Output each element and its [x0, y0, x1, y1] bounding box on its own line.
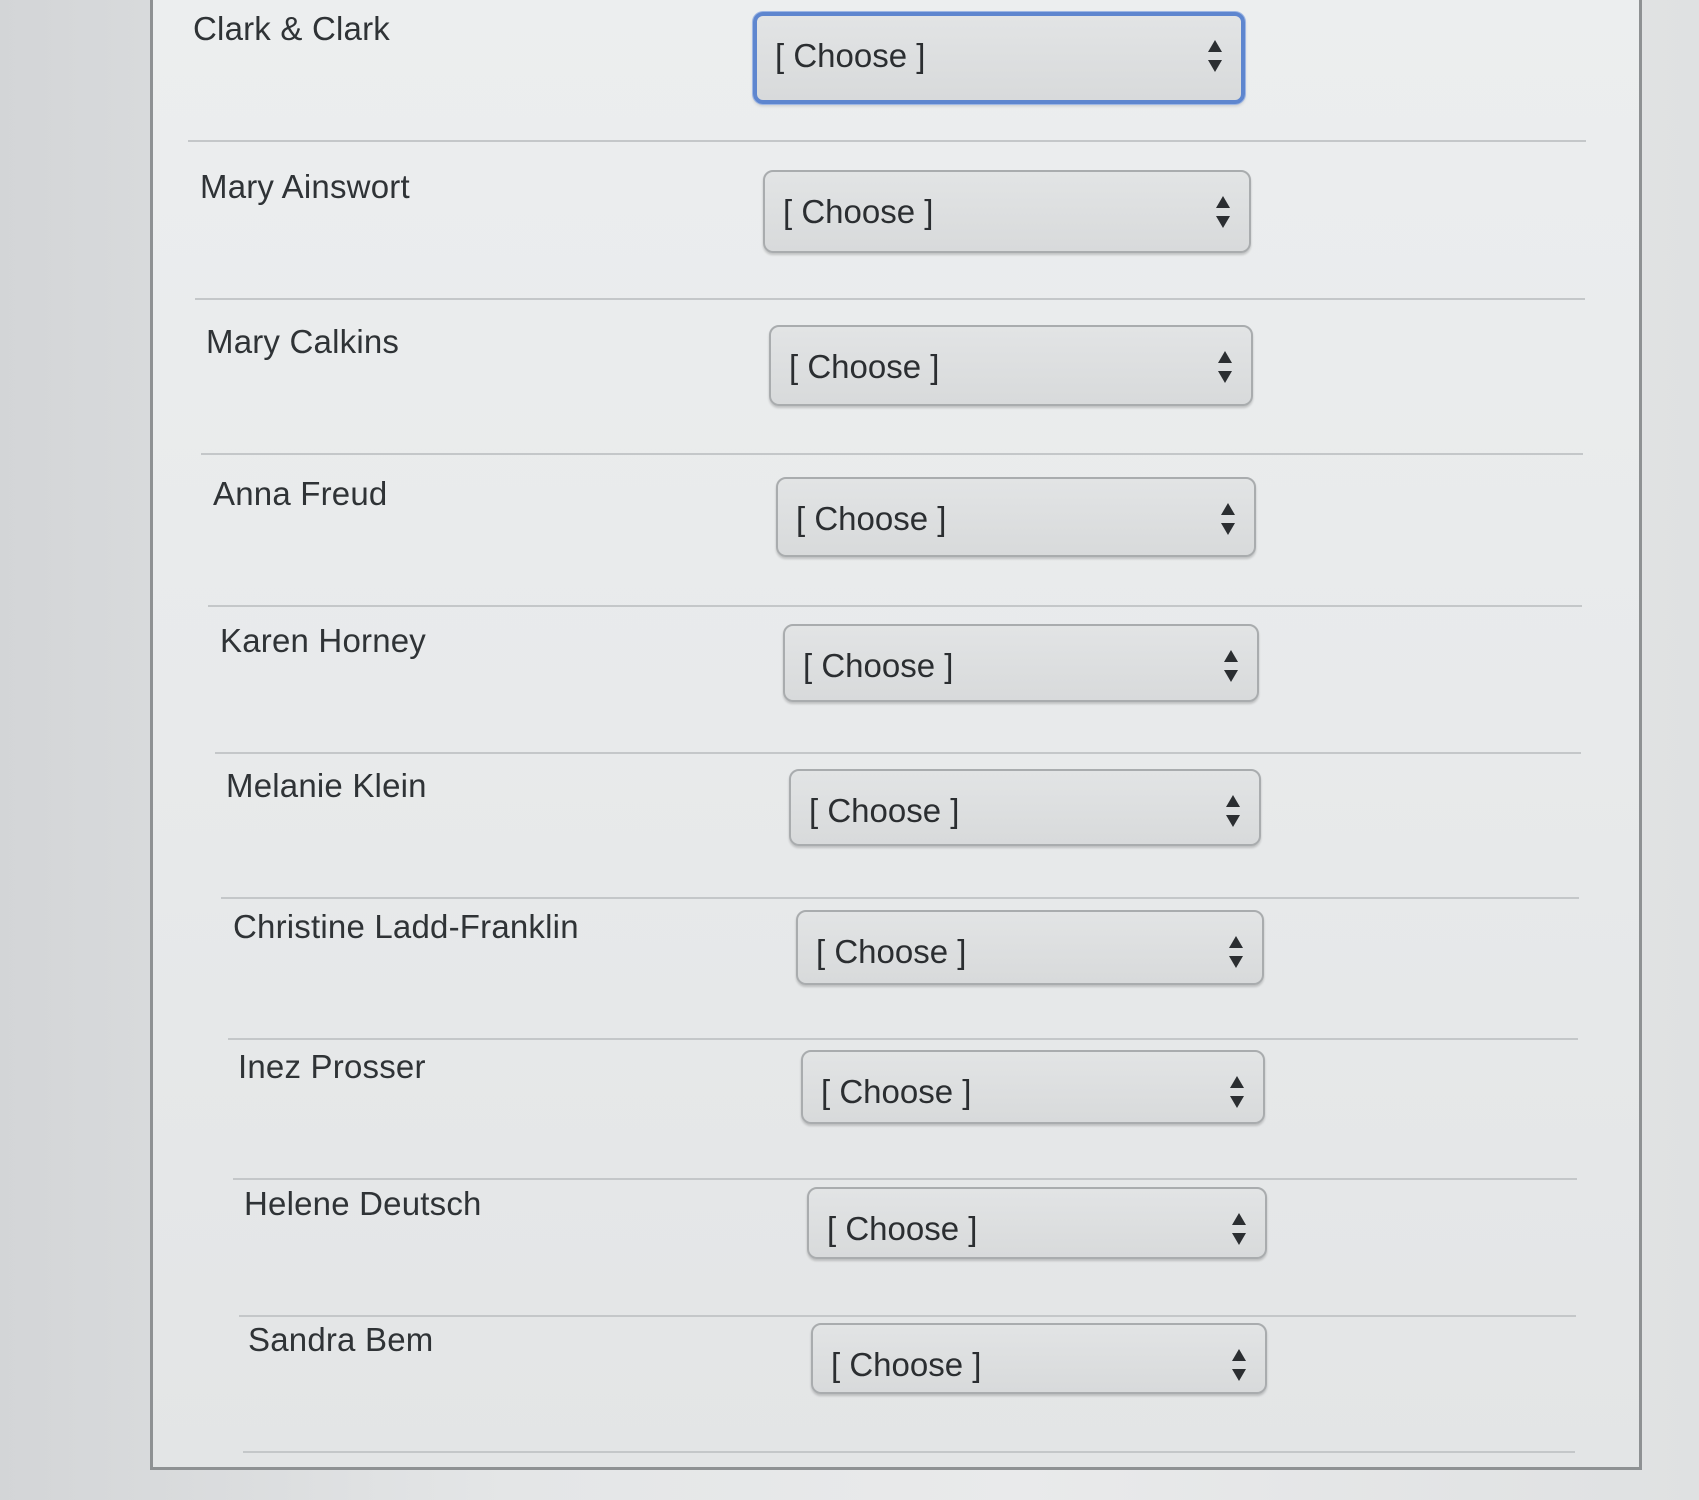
- up-down-arrows-icon: [1223, 648, 1239, 684]
- row-label: Christine Ladd-Franklin: [233, 908, 579, 945]
- row-label: Melanie Klein: [226, 767, 427, 804]
- row-label: Inez Prosser: [238, 1048, 426, 1085]
- matching-row: Sandra Bem [ Choose ]: [243, 1303, 1575, 1453]
- up-down-arrows-icon: [1207, 38, 1223, 74]
- select-value: [ Choose ]: [803, 647, 954, 684]
- select-value: [ Choose ]: [789, 348, 940, 385]
- row-label: Mary Calkins: [206, 323, 400, 360]
- select-value: [ Choose ]: [809, 792, 960, 829]
- select-value: [ Choose ]: [796, 500, 947, 537]
- choose-select[interactable]: [ Choose ]: [807, 1187, 1267, 1259]
- up-down-arrows-icon: [1229, 1074, 1245, 1110]
- matching-row: Melanie Klein [ Choose ]: [221, 749, 1580, 899]
- choose-select[interactable]: [ Choose ]: [801, 1050, 1265, 1124]
- choose-select[interactable]: [ Choose ]: [763, 170, 1251, 253]
- select-value: [ Choose ]: [816, 933, 967, 970]
- matching-row: Helene Deutsch [ Choose ]: [239, 1167, 1576, 1317]
- row-label: Sandra Bem: [248, 1321, 434, 1358]
- choose-select[interactable]: [ Choose ]: [769, 325, 1253, 406]
- matching-row: Mary Ainswort [ Choose ]: [195, 150, 1585, 300]
- choose-select[interactable]: [ Choose ]: [789, 769, 1261, 846]
- choose-select[interactable]: [ Choose ]: [776, 477, 1256, 557]
- matching-row: Mary Calkins [ Choose ]: [201, 305, 1584, 455]
- up-down-arrows-icon: [1231, 1211, 1247, 1247]
- matching-row: Christine Ladd-Franklin [ Choose ]: [228, 890, 1578, 1040]
- up-down-arrows-icon: [1231, 1347, 1247, 1383]
- select-value: [ Choose ]: [821, 1073, 972, 1110]
- choose-select[interactable]: [ Choose ]: [811, 1323, 1267, 1394]
- choose-select[interactable]: [ Choose ]: [753, 12, 1245, 104]
- up-down-arrows-icon: [1220, 501, 1236, 537]
- up-down-arrows-icon: [1217, 349, 1233, 385]
- row-label: Helene Deutsch: [244, 1185, 482, 1222]
- matching-row: Karen Horney [ Choose ]: [215, 604, 1581, 754]
- up-down-arrows-icon: [1215, 194, 1231, 230]
- matching-row: Inez Prosser [ Choose ]: [233, 1030, 1577, 1180]
- matching-row: Anna Freud [ Choose ]: [208, 457, 1582, 607]
- up-down-arrows-icon: [1225, 793, 1241, 829]
- select-value: [ Choose ]: [775, 37, 926, 74]
- matching-row: Clark & Clark [ Choose ]: [188, 0, 1586, 142]
- select-value: [ Choose ]: [831, 1346, 982, 1383]
- up-down-arrows-icon: [1228, 934, 1244, 970]
- choose-select[interactable]: [ Choose ]: [783, 624, 1259, 702]
- choose-select[interactable]: [ Choose ]: [796, 910, 1264, 985]
- matching-question-panel: Clark & Clark [ Choose ] Mary Ainswort [ Ch…: [150, 0, 1642, 1470]
- select-value: [ Choose ]: [827, 1210, 978, 1247]
- row-label: Mary Ainswort: [200, 168, 410, 205]
- row-label: Anna Freud: [213, 475, 388, 512]
- select-value: [ Choose ]: [783, 193, 934, 230]
- row-label: Clark & Clark: [193, 10, 390, 47]
- row-label: Karen Horney: [220, 622, 427, 659]
